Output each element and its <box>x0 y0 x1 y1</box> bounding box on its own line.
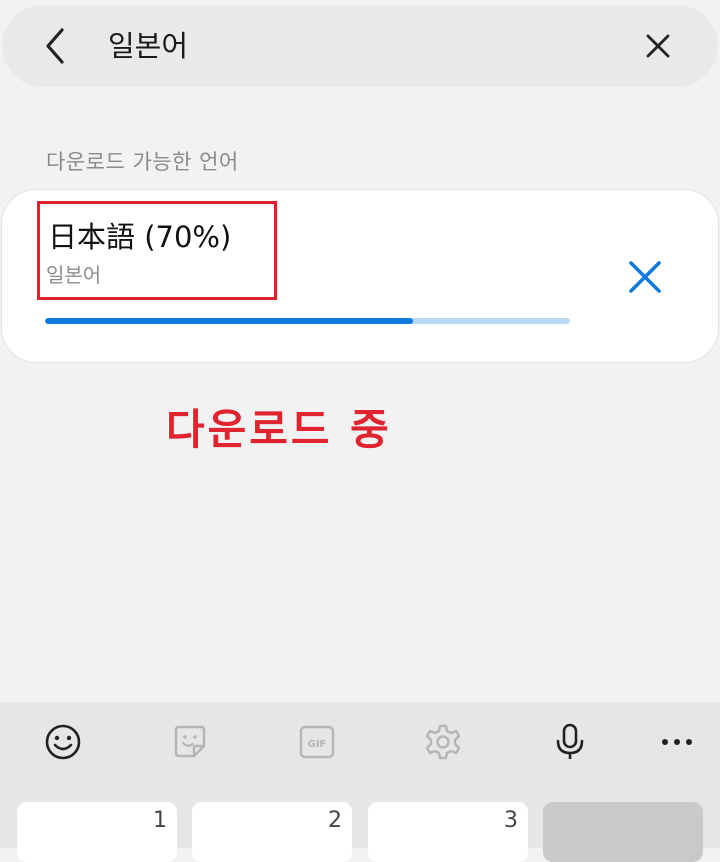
section-header: 다운로드 가능한 언어 <box>46 150 239 174</box>
gif-icon[interactable]: GIF <box>297 722 337 762</box>
keyboard-toolbar: GIF <box>0 702 720 780</box>
search-input[interactable]: 일본어 <box>108 26 188 66</box>
cancel-download-button[interactable] <box>624 256 666 298</box>
sticker-icon[interactable] <box>170 722 210 762</box>
back-button[interactable] <box>38 26 74 66</box>
annotation-label: 다운로드 중 <box>166 405 392 454</box>
download-progress-bar <box>45 318 570 324</box>
emoji-icon[interactable] <box>43 722 83 762</box>
gif-icon-label: GIF <box>308 739 327 750</box>
more-icon[interactable] <box>657 722 697 762</box>
close-icon <box>646 34 670 58</box>
keyboard: 1 2 3 <box>0 780 720 862</box>
backspace-key[interactable] <box>543 802 703 862</box>
key-3[interactable]: 3 <box>368 802 528 862</box>
key-1[interactable]: 1 <box>17 802 177 862</box>
key-2[interactable]: 2 <box>192 802 352 862</box>
highlight-box <box>37 201 277 300</box>
key-number: 2 <box>328 808 342 833</box>
key-number: 1 <box>153 808 167 833</box>
chevron-left-icon <box>46 28 64 64</box>
download-progress-fill <box>45 318 413 324</box>
key-number: 3 <box>504 808 518 833</box>
mic-icon[interactable] <box>550 722 590 762</box>
clear-search-button[interactable] <box>642 30 674 62</box>
settings-icon[interactable] <box>423 722 463 762</box>
close-icon <box>629 261 661 293</box>
